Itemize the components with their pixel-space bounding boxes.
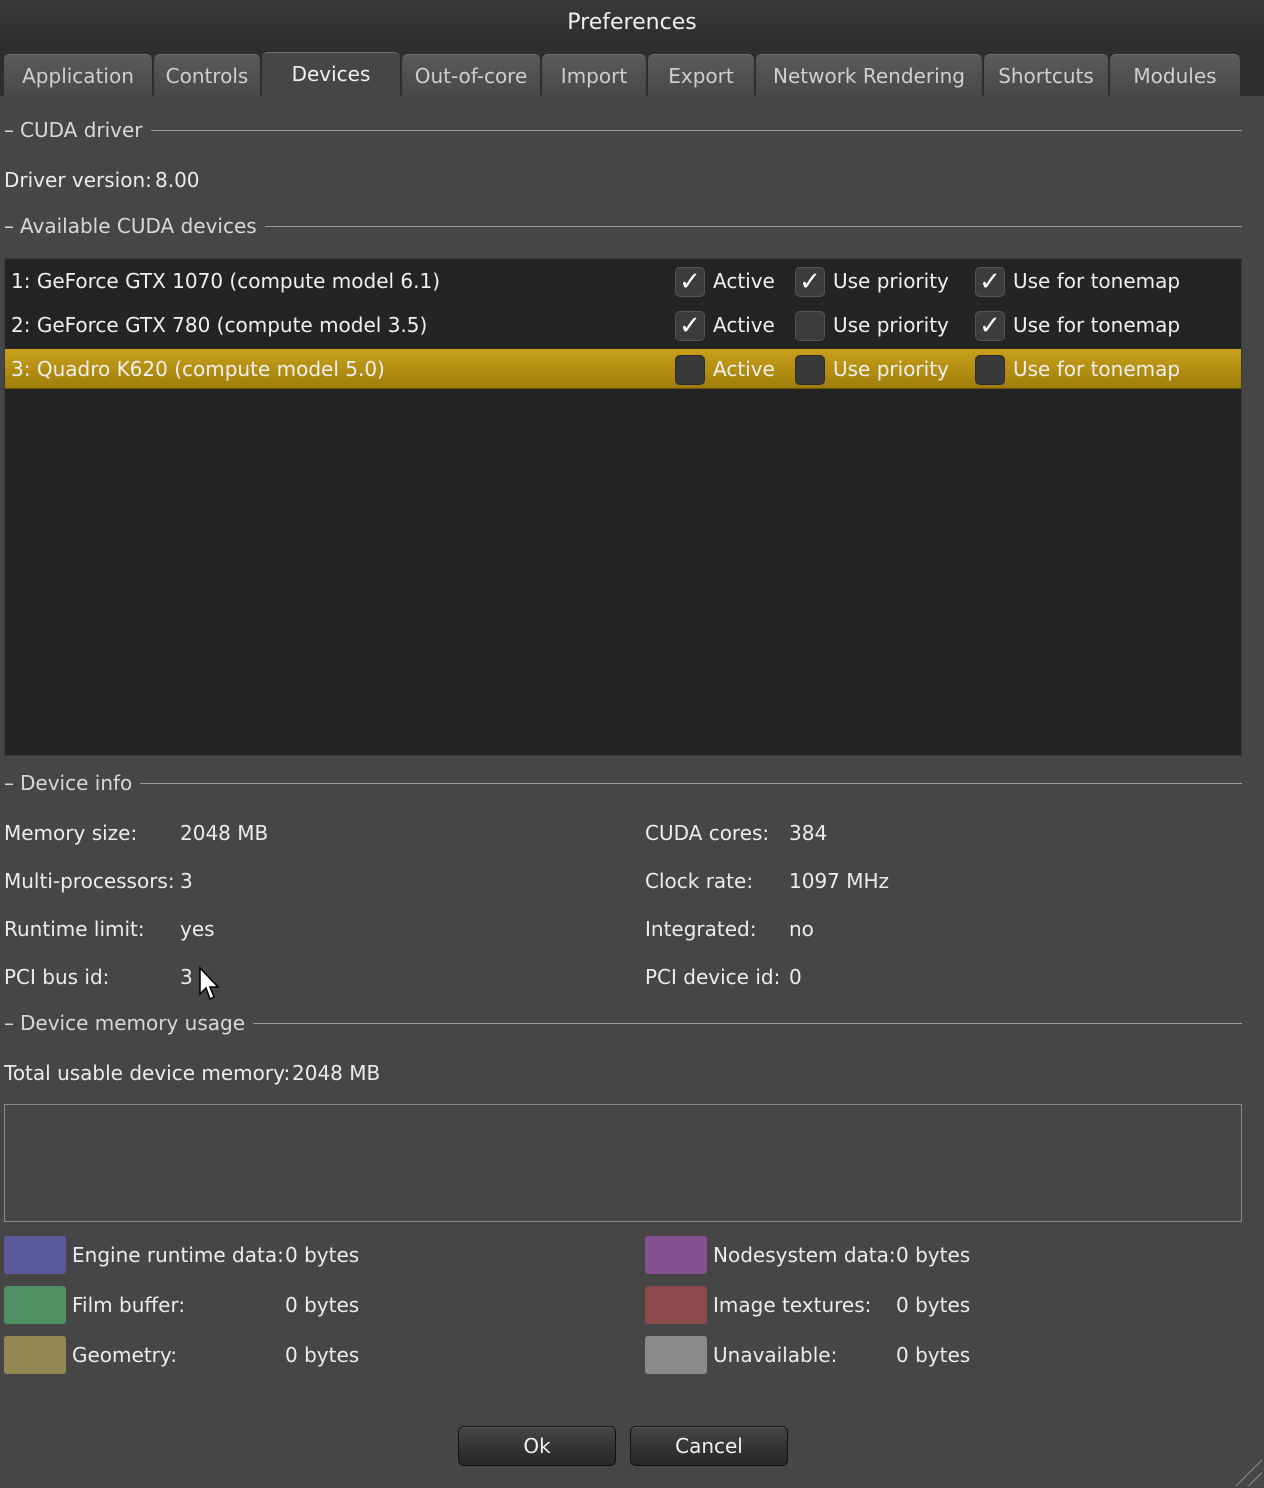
memory-size-value: 2048 MB xyxy=(180,821,269,845)
use-priority-checkbox[interactable] xyxy=(795,311,825,341)
geometry-label: Geometry: xyxy=(72,1343,178,1367)
memory-usage-bar xyxy=(4,1104,1242,1222)
device-row[interactable]: 1: GeForce GTX 1070 (compute model 6.1) … xyxy=(5,261,1241,301)
clock-rate-label: Clock rate: xyxy=(645,869,754,893)
active-label: Active xyxy=(713,269,775,293)
tab-devices[interactable]: Devices xyxy=(262,52,400,96)
memory-usage-heading: – Device memory usage xyxy=(4,1008,1242,1038)
active-checkbox[interactable] xyxy=(675,355,705,385)
use-priority-label: Use priority xyxy=(833,313,949,337)
device-name: 1: GeForce GTX 1070 (compute model 6.1) xyxy=(11,269,441,293)
window-title: Preferences xyxy=(0,0,1264,46)
pci-device-id-label: PCI device id: xyxy=(645,965,781,989)
tab-shortcuts[interactable]: Shortcuts xyxy=(984,54,1108,96)
resize-grip-icon[interactable] xyxy=(1226,1450,1262,1486)
geometry-value: 0 bytes xyxy=(285,1343,360,1367)
use-for-tonemap-label: Use for tonemap xyxy=(1013,357,1181,381)
runtime-limit-value: yes xyxy=(180,917,215,941)
unavailable-swatch xyxy=(645,1336,707,1374)
nodesystem-swatch xyxy=(645,1236,707,1274)
pci-bus-id-label: PCI bus id: xyxy=(4,965,110,989)
device-row[interactable]: 2: GeForce GTX 780 (compute model 3.5) ✓… xyxy=(5,305,1241,345)
unavailable-label: Unavailable: xyxy=(713,1343,838,1367)
device-row-selected[interactable]: 3: Quadro K620 (compute model 5.0) Activ… xyxy=(5,349,1241,389)
use-for-tonemap-label: Use for tonemap xyxy=(1013,313,1181,337)
use-priority-checkbox[interactable]: ✓ xyxy=(795,267,825,297)
use-for-tonemap-checkbox[interactable] xyxy=(975,355,1005,385)
pci-bus-id-value: 3 xyxy=(180,965,193,989)
runtime-limit-label: Runtime limit: xyxy=(4,917,145,941)
total-memory-value: 2048 MB xyxy=(292,1061,381,1085)
tab-out-of-core[interactable]: Out-of-core xyxy=(402,54,540,96)
cuda-cores-value: 384 xyxy=(789,821,828,845)
cuda-driver-heading: – CUDA driver xyxy=(4,115,1242,145)
engine-runtime-label: Engine runtime data: xyxy=(72,1243,284,1267)
mouse-cursor-icon xyxy=(199,966,220,1001)
tab-export[interactable]: Export xyxy=(648,54,754,96)
integrated-value: no xyxy=(789,917,814,941)
nodesystem-label: Nodesystem data: xyxy=(713,1243,896,1267)
tab-bar: Application Controls Devices Out-of-core… xyxy=(0,46,1264,96)
device-list[interactable]: 1: GeForce GTX 1070 (compute model 6.1) … xyxy=(4,258,1242,756)
image-textures-value: 0 bytes xyxy=(896,1293,971,1317)
use-for-tonemap-label: Use for tonemap xyxy=(1013,269,1181,293)
active-label: Active xyxy=(713,357,775,381)
device-info-heading: – Device info xyxy=(4,768,1242,798)
use-priority-checkbox[interactable] xyxy=(795,355,825,385)
use-for-tonemap-checkbox[interactable]: ✓ xyxy=(975,267,1005,297)
tab-network-rendering[interactable]: Network Rendering xyxy=(756,54,982,96)
driver-version-value: 8.00 xyxy=(155,168,200,192)
film-buffer-label: Film buffer: xyxy=(72,1293,186,1317)
total-memory-label: Total usable device memory: xyxy=(4,1061,291,1085)
film-buffer-swatch xyxy=(4,1286,66,1324)
device-name: 2: GeForce GTX 780 (compute model 3.5) xyxy=(11,313,428,337)
engine-runtime-swatch xyxy=(4,1236,66,1274)
cancel-button[interactable]: Cancel xyxy=(630,1426,788,1466)
geometry-swatch xyxy=(4,1336,66,1374)
driver-version-label: Driver version: xyxy=(4,168,152,192)
tab-application[interactable]: Application xyxy=(4,54,152,96)
clock-rate-value: 1097 MHz xyxy=(789,869,890,893)
use-priority-label: Use priority xyxy=(833,269,949,293)
multi-processors-value: 3 xyxy=(180,869,193,893)
multi-processors-label: Multi-processors: xyxy=(4,869,175,893)
memory-size-label: Memory size: xyxy=(4,821,138,845)
tab-controls[interactable]: Controls xyxy=(154,54,260,96)
ok-button[interactable]: Ok xyxy=(458,1426,616,1466)
active-checkbox[interactable]: ✓ xyxy=(675,311,705,341)
active-label: Active xyxy=(713,313,775,337)
tab-modules[interactable]: Modules xyxy=(1110,54,1240,96)
pci-device-id-value: 0 xyxy=(789,965,802,989)
cuda-cores-label: CUDA cores: xyxy=(645,821,770,845)
device-name: 3: Quadro K620 (compute model 5.0) xyxy=(11,357,385,381)
nodesystem-value: 0 bytes xyxy=(896,1243,971,1267)
engine-runtime-value: 0 bytes xyxy=(285,1243,360,1267)
film-buffer-value: 0 bytes xyxy=(285,1293,360,1317)
active-checkbox[interactable]: ✓ xyxy=(675,267,705,297)
use-priority-label: Use priority xyxy=(833,357,949,381)
unavailable-value: 0 bytes xyxy=(896,1343,971,1367)
image-textures-label: Image textures: xyxy=(713,1293,872,1317)
use-for-tonemap-checkbox[interactable]: ✓ xyxy=(975,311,1005,341)
tab-import[interactable]: Import xyxy=(542,54,646,96)
integrated-label: Integrated: xyxy=(645,917,757,941)
available-devices-heading: – Available CUDA devices xyxy=(4,211,1242,241)
image-textures-swatch xyxy=(645,1286,707,1324)
